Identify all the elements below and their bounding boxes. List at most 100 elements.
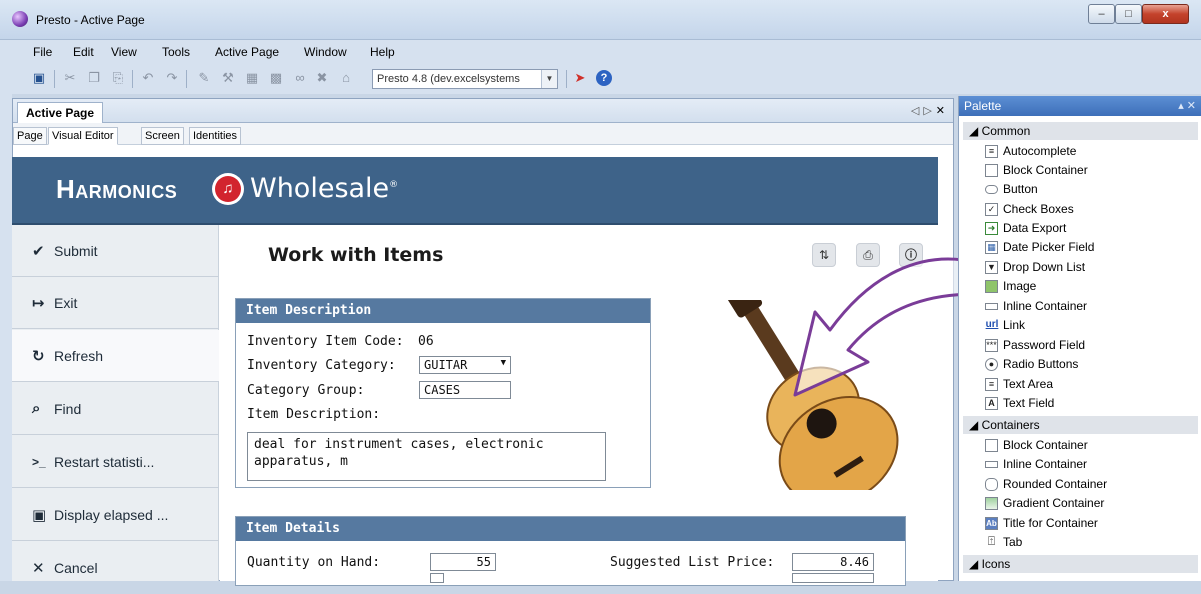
menu-file[interactable]: File bbox=[33, 45, 52, 59]
left-dock-strip bbox=[0, 94, 12, 581]
chevron-down-icon[interactable]: ▼ bbox=[541, 70, 557, 88]
link-icon: url bbox=[983, 319, 1001, 332]
palette-item-label: Rounded Container bbox=[1003, 477, 1108, 491]
cancel-button[interactable]: ✕ Cancel bbox=[12, 542, 219, 594]
tab-active-page[interactable]: Active Page bbox=[17, 102, 104, 124]
palette-item-inline-container[interactable]: Inline Container bbox=[959, 297, 1194, 316]
palette-item-block-container-2[interactable]: Block Container bbox=[959, 436, 1194, 455]
menu-help[interactable]: Help bbox=[370, 45, 395, 59]
environment-select[interactable]: Presto 4.8 (dev.excelsystems ▼ bbox=[372, 69, 558, 89]
palette-group-common[interactable]: ◢ Common bbox=[963, 122, 1198, 140]
pencil-icon[interactable]: ✎ bbox=[196, 70, 212, 86]
palette-item-gradient-container[interactable]: Gradient Container bbox=[959, 494, 1194, 513]
palette-item-drop-down[interactable]: ▼ Drop Down List bbox=[959, 258, 1194, 277]
wrench-icon[interactable]: ⚒ bbox=[220, 70, 236, 86]
checkbox[interactable] bbox=[430, 573, 444, 583]
close-tab-icon[interactable]: ✕ bbox=[936, 105, 945, 117]
qty-field[interactable]: 55 bbox=[430, 553, 496, 571]
tab-visual-editor[interactable]: Visual Editor bbox=[48, 127, 118, 145]
exit-button[interactable]: ↦ Exit bbox=[12, 277, 219, 329]
description-textarea[interactable]: deal for instrument cases, electronic ap… bbox=[247, 432, 606, 481]
palette-group-label: Common bbox=[981, 124, 1031, 138]
palette-item-text-area[interactable]: ≡ Text Area bbox=[959, 375, 1194, 394]
palette-item-label: Inline Container bbox=[1003, 299, 1088, 313]
scroll-right-icon[interactable]: ▷ bbox=[923, 105, 935, 117]
pin-icon[interactable]: ▴ bbox=[1178, 100, 1184, 112]
grid-icon[interactable]: ▦ bbox=[244, 70, 260, 86]
maximize-button[interactable]: □ bbox=[1115, 4, 1142, 24]
text-area-icon: ≡ bbox=[985, 378, 998, 391]
logo-mark-glyph: ♫ bbox=[215, 176, 241, 202]
palette-item-button[interactable]: Button bbox=[959, 180, 1194, 199]
tab-identities[interactable]: Identities bbox=[189, 127, 242, 145]
restart-statistics-label: Restart statisti... bbox=[54, 453, 155, 470]
tab-screen[interactable]: Screen bbox=[141, 127, 184, 145]
group-label: Category Group: bbox=[247, 383, 365, 398]
refresh-icon: ↻ bbox=[32, 347, 45, 365]
copy-icon[interactable]: ❐ bbox=[86, 70, 102, 86]
palette-item-title-container[interactable]: Ab Title for Container bbox=[959, 514, 1194, 533]
paste-icon[interactable]: ⎘ bbox=[110, 70, 126, 86]
cut-icon[interactable]: ✂ bbox=[62, 70, 78, 86]
password-icon: *** bbox=[985, 339, 998, 352]
exit-icon: ↦ bbox=[32, 294, 45, 312]
refresh-button[interactable]: ↻ Refresh bbox=[12, 330, 219, 382]
menu-active-page[interactable]: Active Page bbox=[215, 45, 279, 59]
palette-item-label: Check Boxes bbox=[1003, 202, 1074, 216]
calendar-icon: ▦ bbox=[985, 241, 998, 254]
palette-item-password[interactable]: *** Password Field bbox=[959, 336, 1194, 355]
submit-button[interactable]: ✔ Submit bbox=[12, 225, 219, 277]
palette-item-inline-container-2[interactable]: Inline Container bbox=[959, 455, 1194, 474]
palette-group-icons[interactable]: ◢ Icons bbox=[963, 555, 1198, 573]
menu-window[interactable]: Window bbox=[304, 45, 347, 59]
app-icon bbox=[12, 11, 28, 27]
menu-tools[interactable]: Tools bbox=[162, 45, 190, 59]
text-field[interactable] bbox=[792, 573, 874, 583]
menu-edit[interactable]: Edit bbox=[73, 45, 94, 59]
palette-item-date-picker[interactable]: ▦ Date Picker Field bbox=[959, 238, 1194, 257]
collapse-icon: ◢ bbox=[969, 557, 982, 571]
find-button[interactable]: ⌕ Find bbox=[12, 383, 219, 435]
rocket-icon[interactable]: ➤ bbox=[572, 70, 588, 86]
help-icon[interactable]: ? bbox=[596, 70, 612, 86]
price-field[interactable]: 8.46 bbox=[792, 553, 874, 571]
window-icon: ▣ bbox=[32, 506, 47, 524]
link-icon[interactable]: ∞ bbox=[292, 70, 308, 86]
display-elapsed-button[interactable]: ▣ Display elapsed ... bbox=[12, 489, 219, 541]
scroll-left-icon[interactable]: ◁ bbox=[911, 105, 923, 117]
palette-item-check-boxes[interactable]: ✓ Check Boxes bbox=[959, 200, 1194, 219]
redo-icon[interactable]: ↷ bbox=[164, 70, 180, 86]
palette-item-radio[interactable]: ● Radio Buttons bbox=[959, 355, 1194, 374]
undo-icon[interactable]: ↶ bbox=[140, 70, 156, 86]
category-select[interactable]: GUITAR ▼ bbox=[419, 356, 511, 374]
block-container-icon bbox=[985, 439, 998, 452]
palette-item-rounded-container[interactable]: Rounded Container bbox=[959, 475, 1194, 494]
palette-item-label: Text Area bbox=[1003, 377, 1054, 391]
minimize-button[interactable]: – bbox=[1088, 4, 1115, 24]
palette-item-link[interactable]: url Link bbox=[959, 316, 1194, 335]
home-icon[interactable]: ⌂ bbox=[338, 70, 354, 86]
palette-item-image[interactable]: Image bbox=[959, 277, 1194, 296]
dropdown-icon: ▼ bbox=[985, 261, 998, 274]
view-tabs: Page Visual Editor Screen Identities bbox=[13, 123, 953, 145]
palette-item-label: Image bbox=[1003, 279, 1037, 293]
restart-statistics-button[interactable]: >_ Restart statisti... bbox=[12, 436, 219, 488]
tab-page[interactable]: Page bbox=[13, 127, 47, 145]
palette-item-data-export[interactable]: ➜ Data Export bbox=[959, 219, 1194, 238]
palette-item-block-container[interactable]: Block Container bbox=[959, 161, 1194, 180]
description-line: deal for instrument cases, electronic bbox=[254, 437, 544, 452]
palette-item-autocomplete[interactable]: ≡ Autocomplete bbox=[959, 142, 1194, 161]
palette-controls: ▴ ✕ bbox=[1178, 99, 1196, 112]
menu-view[interactable]: View bbox=[111, 45, 137, 59]
qty-label: Quantity on Hand: bbox=[247, 555, 381, 570]
palette-item-text-field[interactable]: A Text Field bbox=[959, 394, 1194, 413]
palette-item-tab[interactable]: ⍐ Tab bbox=[959, 533, 1194, 552]
close-window-button[interactable]: x bbox=[1142, 4, 1189, 24]
close-icon[interactable]: ✕ bbox=[1187, 100, 1196, 112]
stop-icon[interactable]: ✖ bbox=[314, 70, 330, 86]
group-field[interactable]: CASES bbox=[419, 381, 511, 399]
palette-group-containers[interactable]: ◢ Containers bbox=[963, 416, 1198, 434]
save-icon[interactable]: ▣ bbox=[31, 70, 47, 86]
terminal-icon: >_ bbox=[32, 454, 46, 469]
table-icon[interactable]: ▩ bbox=[268, 70, 284, 86]
